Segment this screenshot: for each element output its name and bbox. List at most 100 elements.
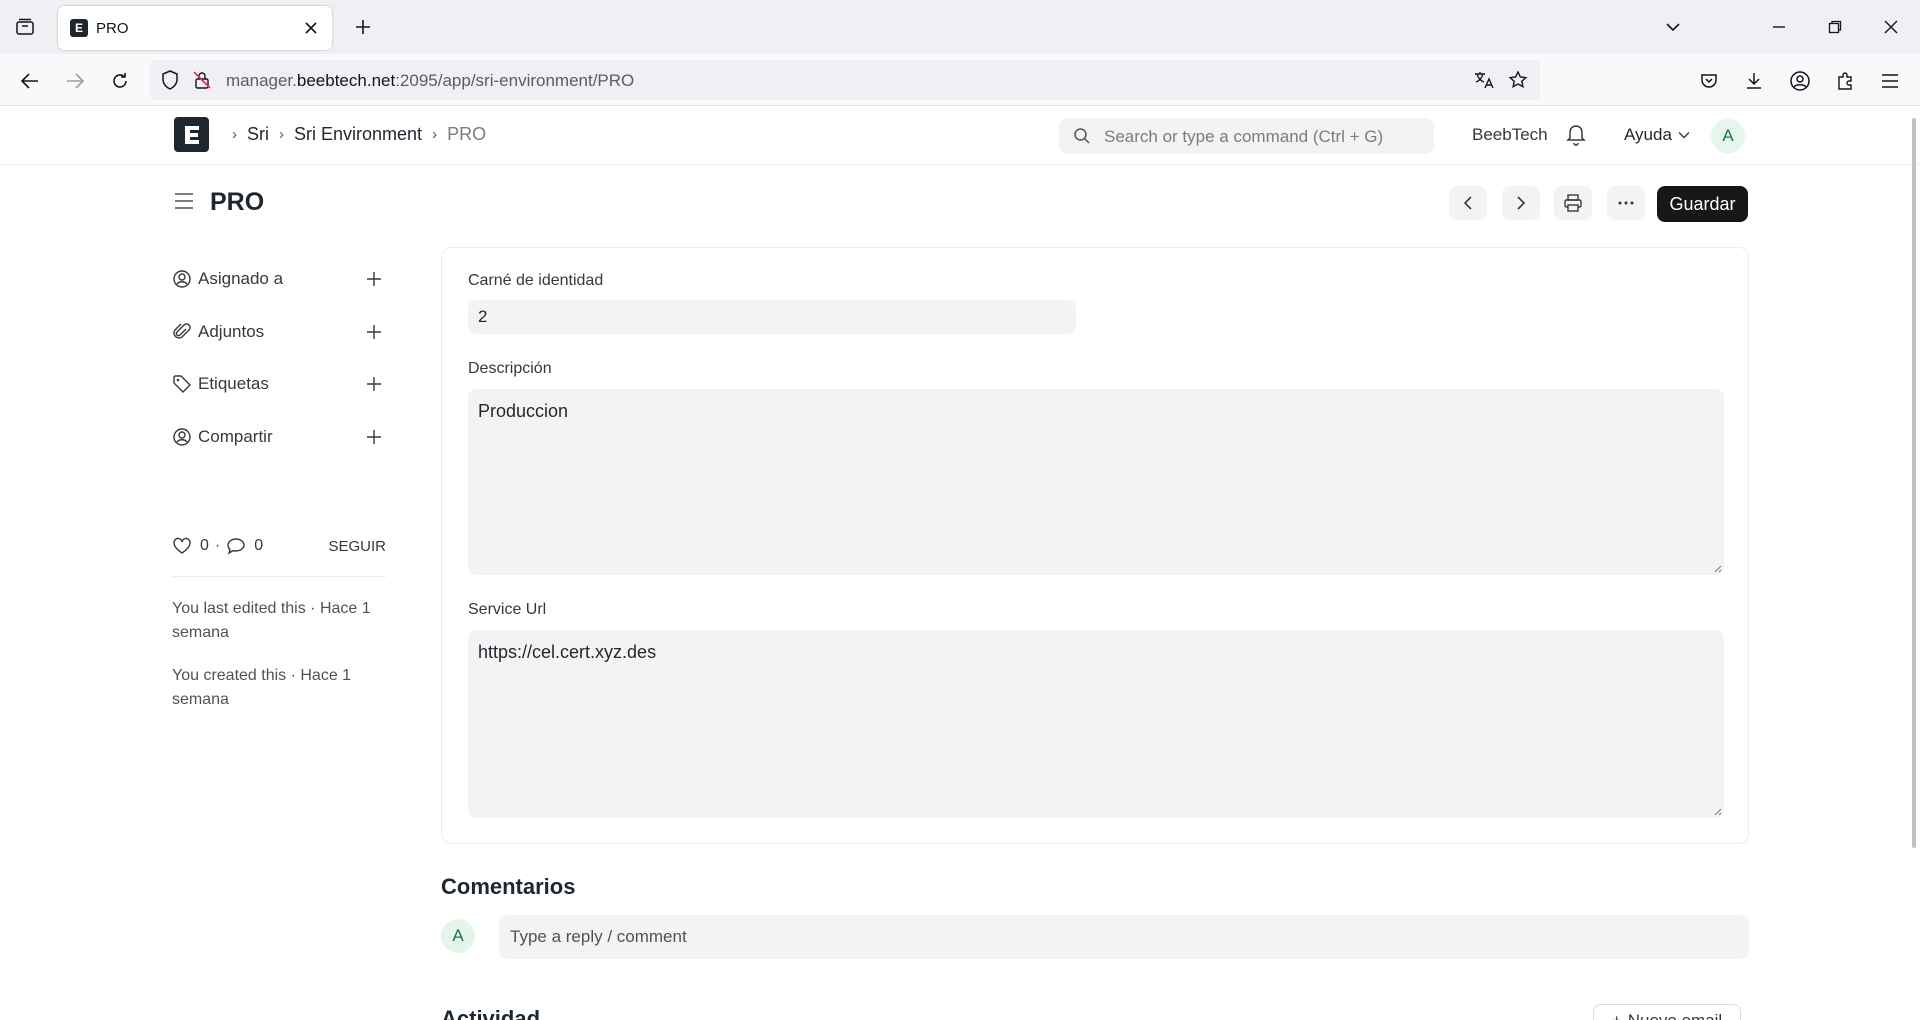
user-avatar[interactable]: A	[1711, 119, 1745, 153]
page-scrollbar[interactable]	[1912, 118, 1916, 848]
browser-tab-bar: E PRO	[0, 0, 1920, 54]
add-icon[interactable]	[364, 322, 384, 342]
breadcrumb-item-sri-environment[interactable]: Sri Environment	[294, 124, 422, 145]
tab-title: PRO	[96, 19, 129, 37]
ellipsis-icon	[1618, 201, 1634, 205]
chevron-right-icon	[1517, 196, 1526, 210]
comments-title: Comentarios	[441, 874, 576, 899]
description-textarea[interactable]: Produccion	[468, 389, 1724, 575]
app-logo[interactable]	[174, 117, 209, 152]
form-card: Carné de identidad 2 Descripción Producc…	[441, 247, 1749, 844]
sidebar-item-label: Adjuntos	[198, 322, 265, 341]
sidebar-toggle-icon[interactable]	[174, 192, 194, 215]
likes-count: 0	[200, 537, 209, 554]
sidebar-item-label: Etiquetas	[198, 374, 269, 393]
sidebar-item-label: Asignado a	[198, 269, 284, 288]
tab-overflow-chevron-icon[interactable]	[1660, 14, 1686, 40]
reload-icon[interactable]	[106, 67, 134, 95]
description-value: Produccion	[478, 401, 569, 421]
app-navbar: › Sri › Sri Environment › PRO Search or …	[0, 107, 1920, 165]
service-url-value: https://cel.cert.xyz.des	[478, 642, 657, 662]
sidebar-item-attachments[interactable]: Adjuntos	[172, 317, 384, 347]
share-user-icon	[173, 428, 191, 446]
new-tab-icon[interactable]	[350, 14, 376, 40]
created-info: You created this · Hace 1 semana	[172, 667, 352, 708]
breadcrumb-chevron-icon: ›	[232, 126, 237, 143]
add-icon[interactable]	[364, 269, 384, 289]
assign-user-icon	[173, 270, 191, 288]
resize-handle-icon[interactable]	[1712, 563, 1722, 573]
comment-avatar: A	[441, 919, 475, 953]
add-icon[interactable]	[364, 374, 384, 394]
url-host: beebtech.net	[296, 71, 396, 90]
account-icon[interactable]	[1786, 67, 1814, 95]
breadcrumb: › Sri › Sri Environment › PRO	[222, 124, 486, 145]
more-actions-button[interactable]	[1607, 186, 1645, 220]
sidebar-item-assigned-to[interactable]: Asignado a	[172, 264, 384, 294]
document-stats: 0 · 0 SEGUIR	[172, 534, 386, 558]
service-url-textarea[interactable]: https://cel.cert.xyz.des	[468, 630, 1724, 818]
close-window-icon[interactable]	[1878, 14, 1904, 40]
resize-handle-icon[interactable]	[1712, 806, 1722, 816]
stats-separator: ·	[214, 537, 221, 554]
sidebar-item-tags[interactable]: Etiquetas	[172, 369, 384, 399]
field-label-description: Descripción	[468, 360, 552, 377]
tab-list-icon[interactable]	[12, 15, 38, 39]
app-menu-icon[interactable]	[1876, 67, 1904, 95]
sidebar-item-label: Compartir	[198, 427, 273, 446]
url-prefix: manager.	[226, 71, 297, 90]
org-name: BeebTech	[1472, 125, 1548, 144]
last-edited-info: You last edited this · Hace 1 semana	[172, 600, 371, 641]
previous-document-button[interactable]	[1449, 186, 1487, 220]
field-label-id: Carné de identidad	[468, 272, 604, 289]
comments-count: 0	[254, 537, 264, 554]
minimize-icon[interactable]	[1766, 14, 1792, 40]
notification-bell-icon[interactable]	[1565, 122, 1587, 151]
url-text[interactable]: manager.beebtech.net:2095/app/sri-enviro…	[226, 71, 634, 91]
breadcrumb-chevron-icon: ›	[432, 126, 438, 143]
next-document-button[interactable]	[1502, 186, 1540, 220]
plus-icon: +	[1612, 1011, 1622, 1020]
new-email-button[interactable]: + Nuevo email	[1593, 1004, 1741, 1020]
breadcrumb-chevron-icon: ›	[279, 126, 284, 143]
sidebar-item-share[interactable]: Compartir	[172, 422, 384, 452]
tab-close-icon[interactable]	[298, 15, 324, 41]
url-bar[interactable]: manager.beebtech.net:2095/app/sri-enviro…	[150, 60, 1540, 100]
breadcrumb-item-sri[interactable]: Sri	[247, 124, 269, 145]
comment-icon[interactable]	[226, 537, 246, 555]
paperclip-icon	[173, 323, 191, 339]
breadcrumb-item-current: PRO	[447, 124, 487, 144]
add-icon[interactable]	[364, 427, 384, 447]
id-number-field[interactable]: 2	[468, 300, 1076, 334]
tag-icon	[173, 375, 191, 393]
printer-icon	[1564, 194, 1582, 212]
heart-icon[interactable]	[172, 537, 192, 555]
bookmark-star-icon[interactable]	[1506, 68, 1530, 92]
browser-nav-bar: manager.beebtech.net:2095/app/sri-enviro…	[0, 54, 1920, 106]
save-button[interactable]: Guardar	[1657, 186, 1748, 222]
follow-button[interactable]: SEGUIR	[328, 538, 386, 555]
search-icon	[1074, 128, 1090, 144]
page-title: PRO	[210, 188, 265, 216]
forward-icon[interactable]	[61, 67, 89, 95]
downloads-icon[interactable]	[1740, 67, 1768, 95]
sidebar-divider	[172, 576, 386, 577]
comment-input[interactable]: Type a reply / comment	[499, 915, 1749, 959]
chevron-left-icon	[1463, 196, 1472, 210]
back-icon[interactable]	[16, 67, 44, 95]
url-path: :2095/app/sri-environment/PRO	[395, 71, 635, 90]
restore-icon[interactable]	[1822, 14, 1848, 40]
print-button[interactable]	[1554, 186, 1592, 220]
shield-icon[interactable]	[158, 68, 182, 92]
extensions-icon[interactable]	[1831, 67, 1859, 95]
comment-placeholder: Type a reply / comment	[510, 927, 687, 946]
awesomebar-search-input[interactable]: Search or type a command (Ctrl + G)	[1059, 118, 1434, 154]
browser-tab[interactable]: E PRO	[58, 6, 332, 50]
pocket-icon[interactable]	[1695, 67, 1723, 95]
help-dropdown[interactable]: Ayuda	[1624, 125, 1690, 145]
insecure-lock-icon[interactable]	[190, 68, 214, 92]
translate-icon[interactable]	[1472, 68, 1496, 92]
search-placeholder: Search or type a command (Ctrl + G)	[1104, 127, 1384, 146]
activity-title: Actividad	[441, 1006, 541, 1020]
new-email-label: Nuevo email	[1628, 1011, 1723, 1020]
